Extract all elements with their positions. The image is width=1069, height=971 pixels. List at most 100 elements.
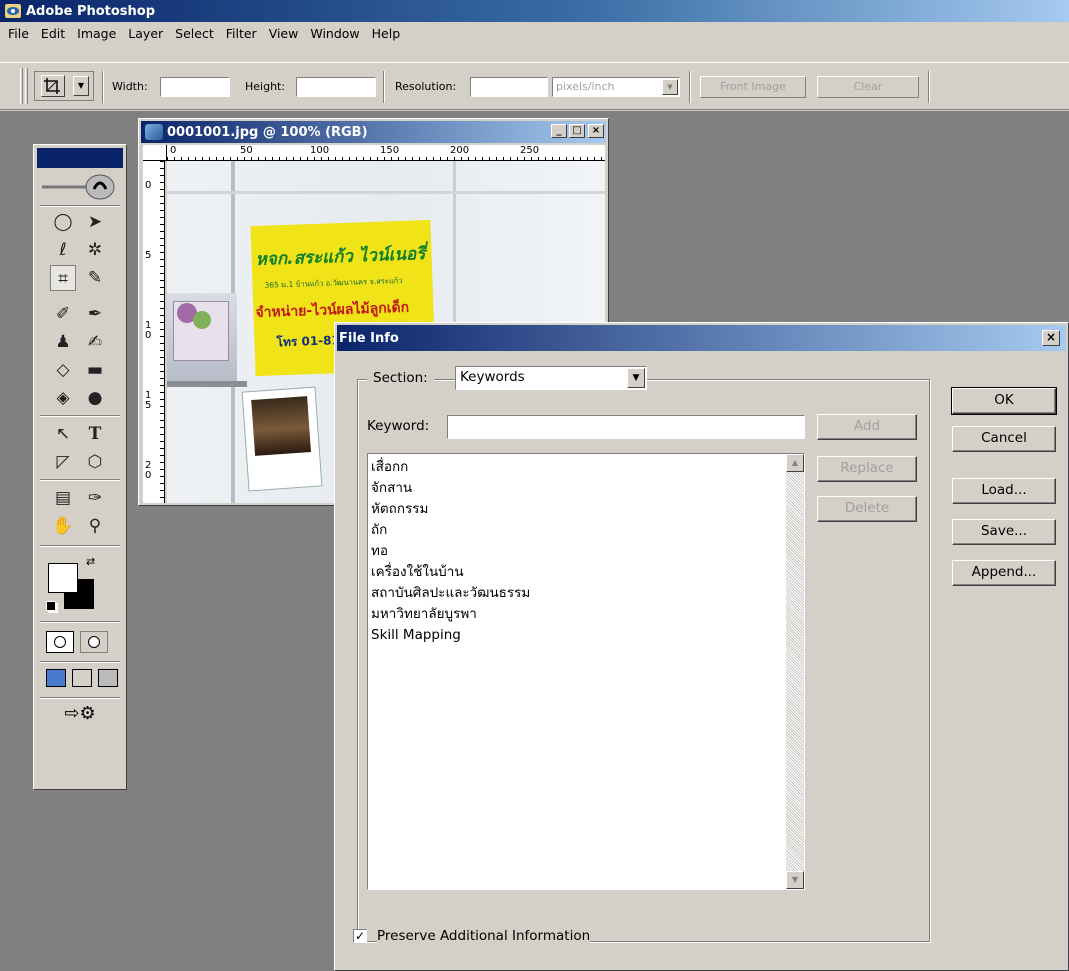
list-item[interactable]: Skill Mapping [371,625,530,646]
list-item[interactable]: ทอ [371,541,530,562]
eraser-tool-icon[interactable]: ◇ [50,357,76,383]
ruler-origin[interactable] [143,145,167,161]
list-item[interactable]: มหาวิทยาลัยบูรพา [371,604,530,625]
document-titlebar[interactable]: 0001001.jpg @ 100% (RGB) [141,121,606,143]
magic-wand-tool-icon[interactable]: ✲ [82,237,108,263]
front-image-button[interactable]: Front Image [700,76,806,98]
slice-tool-icon[interactable]: ✎ [82,265,108,291]
brush-tool-icon[interactable]: ✒ [82,301,108,327]
keyword-input[interactable] [447,415,805,439]
cancel-button[interactable]: Cancel [952,426,1056,452]
add-button[interactable]: Add [817,414,917,440]
blur-tool-icon[interactable]: ◈ [50,385,76,411]
standard-screen-mode-icon[interactable] [46,669,66,687]
list-item[interactable]: เครื่องใช้ในบ้าน [371,562,530,583]
resolution-label: Resolution: [395,80,457,93]
menu-window[interactable]: Window [304,23,365,45]
list-item[interactable]: เสื่อกก [371,457,530,478]
ruler-label: 250 [520,145,540,156]
photoshop-eye-icon [5,4,21,18]
ruler-label: 150 [380,145,400,156]
menu-select[interactable]: Select [169,23,220,45]
dialog-title: File Info [339,330,399,346]
shape-tool-icon[interactable]: ⬡ [82,449,108,475]
preserve-checkbox[interactable]: ✓ [353,929,367,943]
ruler-vertical[interactable]: 0 5 10 15 20 [143,161,165,503]
adobe-online-icon[interactable] [38,171,122,203]
close-icon[interactable]: × [1042,330,1060,346]
dodge-tool-icon[interactable]: ● [82,385,108,411]
eyedropper-tool-icon[interactable]: ✑ [82,485,108,511]
section-label: Section: [367,368,434,388]
minimize-button[interactable]: _ [551,124,567,138]
lasso-tool-icon[interactable]: ℓ [50,237,76,263]
ruler-label: 10 [145,320,152,341]
scroll-up-icon[interactable]: ▲ [786,454,804,472]
tool-preset-picker[interactable]: ▼ [34,71,94,101]
clone-stamp-tool-icon[interactable]: ♟ [50,329,76,355]
chevron-down-icon: ▼ [662,79,678,95]
units-select[interactable]: pixels/inch ▼ [552,77,680,97]
list-item[interactable]: หัตถกรรม [371,499,530,520]
gradient-tool-icon[interactable]: ▬ [82,357,108,383]
path-selection-tool-icon[interactable]: ↖ [50,421,76,447]
maximize-button[interactable]: □ [569,124,585,138]
sign-text: 365 ม.1 บ้านแก้ว อ.วัฒนานคร จ.สระแก้ว [264,275,403,290]
menu-edit[interactable]: Edit [35,23,71,45]
load-button[interactable]: Load... [952,478,1056,504]
chevron-down-icon: ▼ [627,368,645,388]
scroll-down-icon[interactable]: ▼ [786,871,804,889]
width-field[interactable] [160,77,230,97]
hand-tool-icon[interactable]: ✋ [50,513,76,539]
foreground-color-swatch[interactable] [48,563,78,593]
crop-tool-icon[interactable]: ⌗ [50,265,76,291]
section-select[interactable]: Keywords ▼ [455,366,647,390]
replace-button[interactable]: Replace [817,456,917,482]
list-item[interactable]: ถัก [371,520,530,541]
ok-button[interactable]: OK [951,387,1057,415]
chevron-down-icon[interactable]: ▼ [73,76,89,96]
list-item[interactable]: สถาบันศิลปะและวัฒนธรรม [371,583,530,604]
quick-mask-mode-icon[interactable] [80,631,108,653]
move-tool-icon[interactable]: ➤ [82,209,108,235]
menu-help[interactable]: Help [366,23,407,45]
ruler-horizontal[interactable]: 0 50 100 150 200 250 [167,145,605,161]
options-bar-grip[interactable] [20,68,23,104]
jump-to-imageready-icon[interactable]: ⇨⚙ [52,703,108,729]
pen-tool-icon[interactable]: ◸ [50,449,76,475]
close-button[interactable]: × [588,124,604,138]
keywords-list[interactable]: เสื่อกก จักสาน หัตถกรรม ถัก ทอ เครื่องใช… [367,453,805,890]
keywords-scrollbar[interactable]: ▲ ▼ [786,454,804,889]
history-brush-tool-icon[interactable]: ✍ [82,329,108,355]
menu-file[interactable]: File [2,23,35,45]
standard-mode-icon[interactable] [46,631,74,653]
height-field[interactable] [296,77,376,97]
healing-brush-tool-icon[interactable]: ✐ [50,301,76,327]
crop-icon [41,75,65,97]
toolbox-titlebar[interactable] [37,148,123,168]
save-button[interactable]: Save... [952,519,1056,545]
clear-button[interactable]: Clear [817,76,919,98]
app-titlebar: Adobe Photoshop [0,0,1069,22]
options-bar: ▼ Width: Height: Resolution: pixels/inch… [0,62,1069,110]
menu-view[interactable]: View [263,23,305,45]
delete-button[interactable]: Delete [817,496,917,522]
swap-colors-icon[interactable]: ⇄ [86,555,95,568]
zoom-tool-icon[interactable]: ⚲ [82,513,108,539]
default-colors-icon[interactable] [46,601,56,611]
list-item[interactable]: จักสาน [371,478,530,499]
dialog-titlebar[interactable]: File Info [337,325,1066,351]
menu-layer[interactable]: Layer [122,23,169,45]
full-screen-menu-mode-icon[interactable] [72,669,92,687]
menu-image[interactable]: Image [71,23,122,45]
notes-tool-icon[interactable]: ▤ [50,485,76,511]
keyword-label: Keyword: [367,416,430,436]
type-tool-icon[interactable]: T [82,421,108,447]
append-button[interactable]: Append... [952,560,1056,586]
resolution-field[interactable] [470,77,548,97]
ruler-label: 5 [145,250,152,261]
marquee-tool-icon[interactable]: ◯ [50,209,76,235]
full-screen-mode-icon[interactable] [98,669,118,687]
menu-filter[interactable]: Filter [220,23,263,45]
preserve-label: Preserve Additional Information [377,926,591,946]
